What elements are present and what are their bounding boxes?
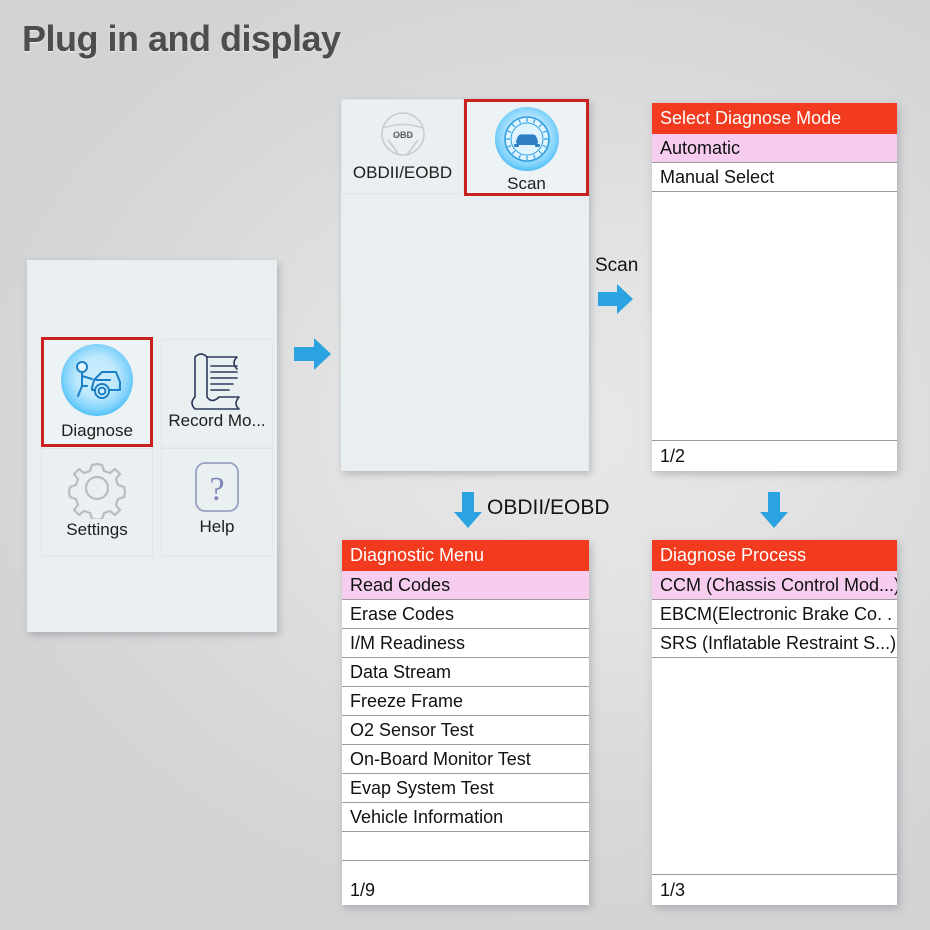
tile-record-mode[interactable]: Record Mo... (161, 339, 273, 447)
screen-header-diagnostic-menu: Diagnostic Menu (342, 540, 589, 572)
poster-root: Plug in and display Diagnose Record Mo..… (0, 0, 930, 930)
list-item[interactable]: Erase Codes (342, 600, 589, 630)
tile-label-help: Help (199, 517, 235, 536)
list-diagnostic-menu: Read Codes Erase Codes I/M Readiness Dat… (342, 571, 589, 875)
page-title: Plug in and display (22, 18, 341, 59)
device-main-menu: Diagnose Record Mo... Settings ? Help (27, 260, 277, 632)
screen-footer-diagnostic-menu: 1/9 (342, 875, 589, 905)
steering-wheel-icon-text: OBD (393, 130, 414, 140)
list-item[interactable] (342, 832, 589, 862)
screen-diagnose-process: Diagnose Process CCM (Chassis Control Mo… (652, 540, 897, 905)
list-item[interactable]: Read Codes (342, 571, 589, 601)
list-item[interactable]: Freeze Frame (342, 687, 589, 717)
car-scan-icon (494, 107, 559, 171)
screen-footer-select-diagnose-mode: 1/2 (652, 441, 897, 471)
tile-label-diagnose: Diagnose (61, 421, 133, 440)
screen-select-diagnose-mode: Select Diagnose Mode Automatic Manual Se… (652, 103, 897, 471)
list-item[interactable]: O2 Sensor Test (342, 716, 589, 746)
tile-settings[interactable]: Settings (41, 448, 153, 556)
steering-wheel-icon: OBD (374, 110, 432, 160)
gear-icon (64, 457, 130, 519)
screen-diagnostic-menu: Diagnostic Menu Read Codes Erase Codes I… (342, 540, 589, 905)
device-diagnose-menu: OBD OBDII/EOBD Scan (341, 99, 589, 471)
list-item[interactable]: Evap System Test (342, 774, 589, 804)
flow-arrow-down-2 (758, 490, 790, 534)
svg-text:?: ? (209, 471, 224, 508)
list-diagnose-process: CCM (Chassis Control Mod...) EBCM(Electr… (652, 571, 897, 875)
list-item[interactable]: Data Stream (342, 658, 589, 688)
list-item[interactable]: Automatic (652, 134, 897, 164)
tile-diagnose[interactable]: Diagnose (41, 337, 153, 447)
list-empty-space (652, 658, 897, 875)
list-item[interactable]: EBCM(Electronic Brake Co. . . ) (652, 600, 897, 630)
tile-scan[interactable]: Scan (464, 99, 589, 196)
list-item[interactable]: Manual Select (652, 163, 897, 193)
list-item[interactable]: SRS (Inflatable Restraint S...) (652, 629, 897, 659)
flow-label-scan: Scan (595, 255, 639, 276)
tile-label-obdii-eobd: OBDII/EOBD (352, 163, 453, 182)
list-item[interactable]: CCM (Chassis Control Mod...) (652, 571, 897, 601)
tile-obdii-eobd[interactable]: OBD OBDII/EOBD (341, 99, 464, 194)
mechanic-car-icon (61, 344, 133, 416)
flow-label-obdii-eobd: OBDII/EOBD (487, 496, 610, 519)
flow-arrow-right-1 (292, 334, 334, 378)
tile-help[interactable]: ? Help (161, 448, 273, 556)
list-empty-space (342, 861, 589, 875)
document-scroll-icon (183, 348, 251, 410)
screen-header-select-diagnose-mode: Select Diagnose Mode (652, 103, 897, 135)
flow-arrow-right-2 (596, 281, 636, 321)
list-empty-space (652, 192, 897, 441)
list-select-diagnose-mode: Automatic Manual Select (652, 134, 897, 441)
tile-label-record-mode: Record Mo... (168, 411, 266, 430)
tile-label-scan: Scan (507, 174, 546, 193)
screen-header-diagnose-process: Diagnose Process (652, 540, 897, 572)
list-item[interactable]: I/M Readiness (342, 629, 589, 659)
flow-arrow-down-1 (452, 490, 484, 534)
tile-label-settings: Settings (66, 520, 128, 539)
list-item[interactable]: Vehicle Information (342, 803, 589, 833)
screen-footer-diagnose-process: 1/3 (652, 875, 897, 905)
question-mark-icon: ? (186, 458, 248, 518)
list-item[interactable]: On-Board Monitor Test (342, 745, 589, 775)
